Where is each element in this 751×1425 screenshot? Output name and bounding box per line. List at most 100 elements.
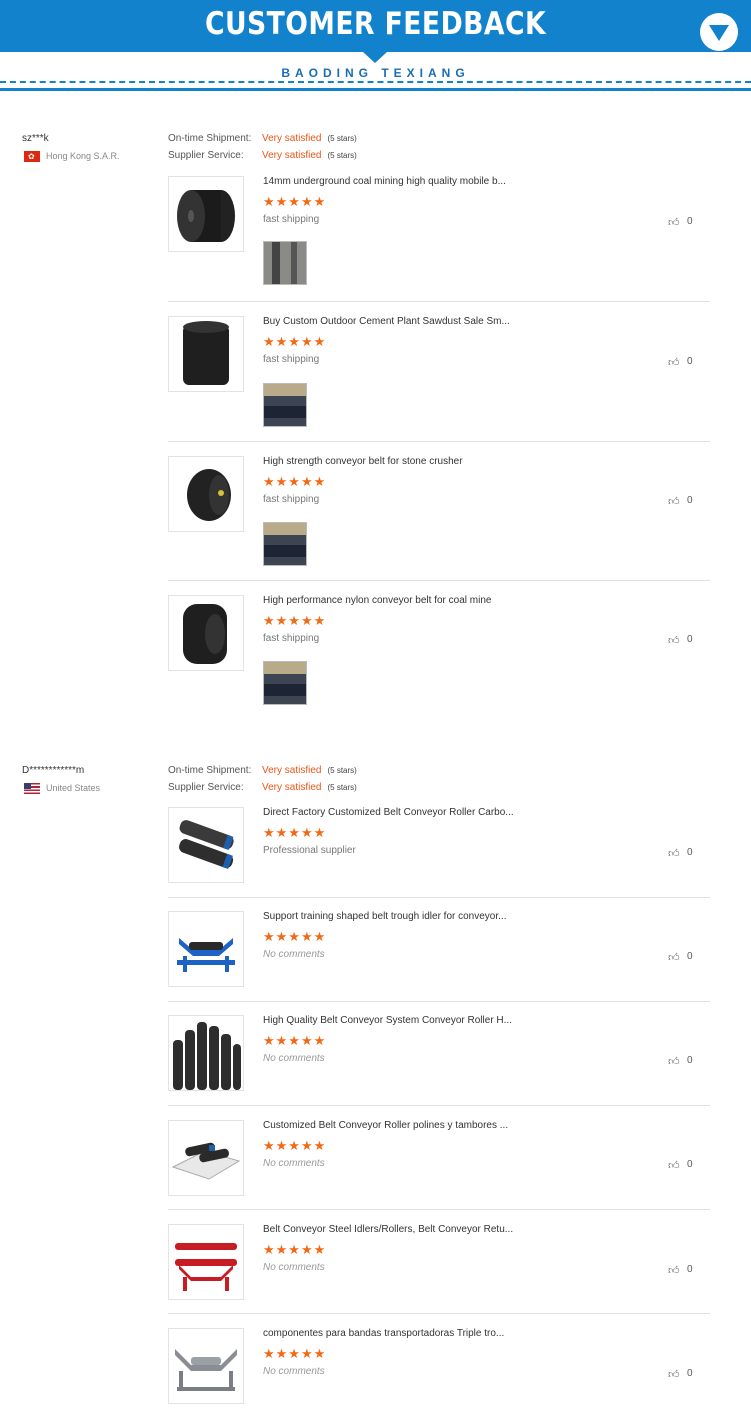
like-count: 0 — [687, 216, 693, 227]
product-thumbnail[interactable] — [168, 807, 244, 883]
thumbs-up-icon[interactable]: 👍︎ — [668, 1055, 680, 1068]
service-value: Very satisfied — [262, 150, 322, 161]
service-label: Supplier Service: — [168, 150, 244, 161]
review-comment: No comments — [263, 949, 325, 960]
like-count: 0 — [687, 1368, 693, 1379]
shipment-value: Very satisfied — [262, 765, 322, 776]
product-thumbnail[interactable] — [168, 176, 244, 252]
review-comment: No comments — [263, 1158, 325, 1169]
like-count: 0 — [687, 951, 693, 962]
shipment-label: On-time Shipment: — [168, 765, 252, 776]
company-subtitle: BAODING TEXIANG — [281, 66, 470, 80]
divider-dashed — [0, 81, 751, 83]
service-value: Very satisfied — [262, 782, 322, 793]
review-comment: No comments — [263, 1262, 325, 1273]
product-title[interactable]: Buy Custom Outdoor Cement Plant Sawdust … — [263, 316, 510, 327]
item-divider — [168, 1209, 710, 1210]
service-stars-note: (5 stars) — [327, 151, 357, 160]
service-rating: Supplier Service: Very satisfied (5 stars) — [168, 782, 357, 793]
like-count: 0 — [687, 356, 693, 367]
product-title[interactable]: 14mm underground coal mining high qualit… — [263, 176, 506, 187]
product-title[interactable]: Direct Factory Customized Belt Conveyor … — [263, 807, 514, 818]
like-count: 0 — [687, 634, 693, 645]
item-divider — [168, 301, 710, 302]
hk-flag-icon — [24, 151, 40, 163]
product-thumbnail[interactable] — [168, 595, 244, 671]
shipment-value: Very satisfied — [262, 133, 322, 144]
star-rating: ★★★★★ — [263, 929, 327, 944]
star-rating: ★★★★★ — [263, 1346, 327, 1361]
like-count: 0 — [687, 495, 693, 506]
product-title[interactable]: componentes para bandas transportadoras … — [263, 1328, 504, 1339]
product-thumbnail[interactable] — [168, 1015, 244, 1091]
review-comment: No comments — [263, 1366, 325, 1377]
star-rating: ★★★★★ — [263, 334, 327, 349]
thumbs-up-icon[interactable]: 👍︎ — [668, 495, 680, 508]
thumbs-up-icon[interactable]: 👍︎ — [668, 216, 680, 229]
thumbs-up-icon[interactable]: 👍︎ — [668, 356, 680, 369]
star-rating: ★★★★★ — [263, 1242, 327, 1257]
country-label: United States — [46, 783, 101, 793]
buyer-name: D************m — [22, 765, 85, 776]
thumbs-up-icon[interactable]: 👍︎ — [668, 1264, 680, 1277]
like-count: 0 — [687, 1264, 693, 1275]
service-rating: Supplier Service: Very satisfied (5 stars) — [168, 150, 357, 161]
buyer-name: sz***k — [22, 133, 49, 144]
product-title[interactable]: Support training shaped belt trough idle… — [263, 911, 506, 922]
chevron-down-circle-icon[interactable] — [700, 13, 738, 51]
product-title[interactable]: High strength conveyor belt for stone cr… — [263, 456, 463, 467]
star-rating: ★★★★★ — [263, 613, 327, 628]
thumbs-up-icon[interactable]: 👍︎ — [668, 634, 680, 647]
product-thumbnail[interactable] — [168, 456, 244, 532]
service-label: Supplier Service: — [168, 782, 244, 793]
product-thumbnail[interactable] — [168, 316, 244, 392]
like-count: 0 — [687, 847, 693, 858]
product-title[interactable]: Customized Belt Conveyor Roller polines … — [263, 1120, 508, 1131]
product-thumbnail[interactable] — [168, 1328, 244, 1404]
star-rating: ★★★★★ — [263, 825, 327, 840]
buyer-country: Hong Kong S.A.R. — [24, 151, 120, 163]
review-photo[interactable] — [263, 383, 307, 427]
star-rating: ★★★★★ — [263, 194, 327, 209]
review-comment: Professional supplier — [263, 845, 356, 856]
product-thumbnail[interactable] — [168, 1120, 244, 1196]
review-comment: No comments — [263, 1053, 325, 1064]
banner-notch — [363, 52, 387, 63]
product-thumbnail[interactable] — [168, 1224, 244, 1300]
star-rating: ★★★★★ — [263, 1033, 327, 1048]
like-count: 0 — [687, 1055, 693, 1066]
like-count: 0 — [687, 1159, 693, 1170]
shipment-rating: On-time Shipment: Very satisfied (5 stars) — [168, 765, 357, 776]
country-label: Hong Kong S.A.R. — [46, 151, 120, 161]
review-photo[interactable] — [263, 241, 307, 285]
buyer-country: United States — [24, 783, 101, 795]
page-title: CUSTOMER FEEDBACK — [204, 6, 547, 42]
star-rating: ★★★★★ — [263, 1138, 327, 1153]
thumbs-up-icon[interactable]: 👍︎ — [668, 951, 680, 964]
header-banner: CUSTOMER FEEDBACK — [0, 0, 751, 52]
star-rating: ★★★★★ — [263, 474, 327, 489]
review-photo[interactable] — [263, 522, 307, 566]
thumbs-up-icon[interactable]: 👍︎ — [668, 1368, 680, 1381]
shipment-rating: On-time Shipment: Very satisfied (5 stars) — [168, 133, 357, 144]
review-comment: fast shipping — [263, 214, 320, 225]
thumbs-up-icon[interactable]: 👍︎ — [668, 1159, 680, 1172]
product-title[interactable]: High performance nylon conveyor belt for… — [263, 595, 491, 606]
shipment-stars-note: (5 stars) — [327, 134, 357, 143]
divider-solid — [0, 88, 751, 91]
review-comment: fast shipping — [263, 354, 320, 365]
item-divider — [168, 580, 710, 581]
review-comment: fast shipping — [263, 633, 320, 644]
review-photo[interactable] — [263, 661, 307, 705]
product-title[interactable]: High Quality Belt Conveyor System Convey… — [263, 1015, 512, 1026]
shipment-stars-note: (5 stars) — [327, 766, 357, 775]
item-divider — [168, 897, 710, 898]
product-thumbnail[interactable] — [168, 911, 244, 987]
review-comment: fast shipping — [263, 494, 320, 505]
thumbs-up-icon[interactable]: 👍︎ — [668, 847, 680, 860]
shipment-label: On-time Shipment: — [168, 133, 252, 144]
item-divider — [168, 1313, 710, 1314]
product-title[interactable]: Belt Conveyor Steel Idlers/Rollers, Belt… — [263, 1224, 513, 1235]
item-divider — [168, 441, 710, 442]
item-divider — [168, 1105, 710, 1106]
